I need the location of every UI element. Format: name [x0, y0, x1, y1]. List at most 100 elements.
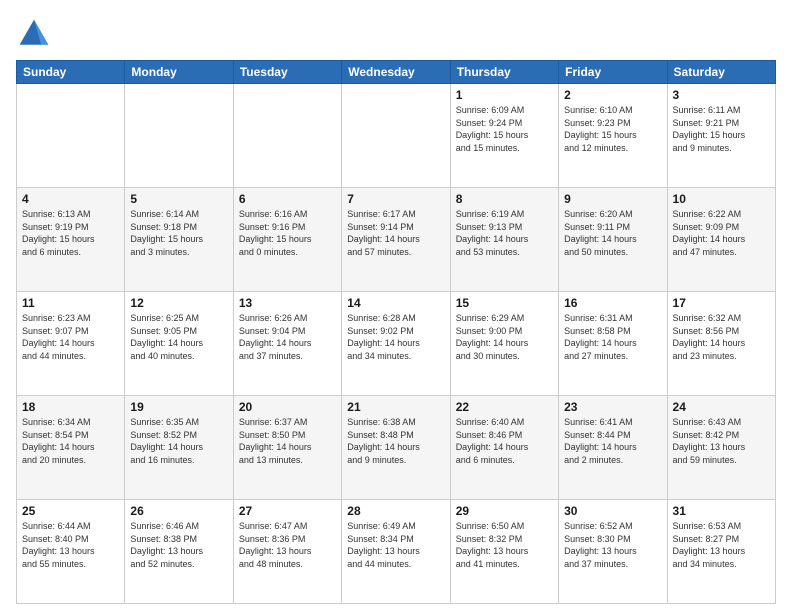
- calendar-cell: 18 Sunrise: 6:34 AM Sunset: 8:54 PM Dayli…: [17, 396, 125, 500]
- calendar-cell: 24 Sunrise: 6:43 AM Sunset: 8:42 PM Dayli…: [667, 396, 775, 500]
- weekday-header-monday: Monday: [125, 61, 233, 84]
- day-number: 24: [673, 400, 770, 414]
- weekday-header-thursday: Thursday: [450, 61, 558, 84]
- calendar-cell: 9 Sunrise: 6:20 AM Sunset: 9:11 PM Daylig…: [559, 188, 667, 292]
- day-info: Sunrise: 6:11 AM Sunset: 9:21 PM Dayligh…: [673, 104, 770, 154]
- calendar-cell: 10 Sunrise: 6:22 AM Sunset: 9:09 PM Dayli…: [667, 188, 775, 292]
- day-number: 30: [564, 504, 661, 518]
- day-number: 17: [673, 296, 770, 310]
- weekday-header-friday: Friday: [559, 61, 667, 84]
- day-number: 1: [456, 88, 553, 102]
- calendar-cell: 5 Sunrise: 6:14 AM Sunset: 9:18 PM Daylig…: [125, 188, 233, 292]
- day-number: 20: [239, 400, 336, 414]
- day-info: Sunrise: 6:46 AM Sunset: 8:38 PM Dayligh…: [130, 520, 227, 570]
- day-info: Sunrise: 6:41 AM Sunset: 8:44 PM Dayligh…: [564, 416, 661, 466]
- day-info: Sunrise: 6:19 AM Sunset: 9:13 PM Dayligh…: [456, 208, 553, 258]
- day-info: Sunrise: 6:31 AM Sunset: 8:58 PM Dayligh…: [564, 312, 661, 362]
- calendar-cell: 28 Sunrise: 6:49 AM Sunset: 8:34 PM Dayli…: [342, 500, 450, 604]
- calendar-week-3: 11Sunrise: 6:23 AM Sunset: 9:07 PM Dayli…: [17, 292, 776, 396]
- day-info: Sunrise: 6:09 AM Sunset: 9:24 PM Dayligh…: [456, 104, 553, 154]
- day-number: 23: [564, 400, 661, 414]
- day-number: 26: [130, 504, 227, 518]
- day-info: Sunrise: 6:22 AM Sunset: 9:09 PM Dayligh…: [673, 208, 770, 258]
- calendar-cell: 15 Sunrise: 6:29 AM Sunset: 9:00 PM Dayli…: [450, 292, 558, 396]
- calendar-cell: [233, 84, 341, 188]
- calendar-cell: 11Sunrise: 6:23 AM Sunset: 9:07 PM Dayli…: [17, 292, 125, 396]
- day-number: 2: [564, 88, 661, 102]
- weekday-header-row: SundayMondayTuesdayWednesdayThursdayFrid…: [17, 61, 776, 84]
- day-info: Sunrise: 6:26 AM Sunset: 9:04 PM Dayligh…: [239, 312, 336, 362]
- day-number: 21: [347, 400, 444, 414]
- day-info: Sunrise: 6:29 AM Sunset: 9:00 PM Dayligh…: [456, 312, 553, 362]
- day-number: 13: [239, 296, 336, 310]
- day-info: Sunrise: 6:43 AM Sunset: 8:42 PM Dayligh…: [673, 416, 770, 466]
- calendar-cell: 4Sunrise: 6:13 AM Sunset: 9:19 PM Daylig…: [17, 188, 125, 292]
- calendar-cell: 21 Sunrise: 6:38 AM Sunset: 8:48 PM Dayli…: [342, 396, 450, 500]
- day-number: 7: [347, 192, 444, 206]
- day-info: Sunrise: 6:50 AM Sunset: 8:32 PM Dayligh…: [456, 520, 553, 570]
- calendar-week-5: 25 Sunrise: 6:44 AM Sunset: 8:40 PM Dayli…: [17, 500, 776, 604]
- day-number: 10: [673, 192, 770, 206]
- calendar-cell: 31Sunrise: 6:53 AM Sunset: 8:27 PM Dayli…: [667, 500, 775, 604]
- day-number: 18: [22, 400, 119, 414]
- day-info: Sunrise: 6:25 AM Sunset: 9:05 PM Dayligh…: [130, 312, 227, 362]
- day-info: Sunrise: 6:35 AM Sunset: 8:52 PM Dayligh…: [130, 416, 227, 466]
- calendar-cell: 8Sunrise: 6:19 AM Sunset: 9:13 PM Daylig…: [450, 188, 558, 292]
- day-number: 5: [130, 192, 227, 206]
- header: [16, 16, 776, 52]
- day-number: 29: [456, 504, 553, 518]
- calendar-cell: 14 Sunrise: 6:28 AM Sunset: 9:02 PM Dayli…: [342, 292, 450, 396]
- day-number: 27: [239, 504, 336, 518]
- calendar-cell: 7 Sunrise: 6:17 AM Sunset: 9:14 PM Daylig…: [342, 188, 450, 292]
- calendar-cell: [125, 84, 233, 188]
- day-info: Sunrise: 6:44 AM Sunset: 8:40 PM Dayligh…: [22, 520, 119, 570]
- day-number: 11: [22, 296, 119, 310]
- calendar-table: SundayMondayTuesdayWednesdayThursdayFrid…: [16, 60, 776, 604]
- day-info: Sunrise: 6:14 AM Sunset: 9:18 PM Dayligh…: [130, 208, 227, 258]
- day-info: Sunrise: 6:20 AM Sunset: 9:11 PM Dayligh…: [564, 208, 661, 258]
- calendar-week-2: 4Sunrise: 6:13 AM Sunset: 9:19 PM Daylig…: [17, 188, 776, 292]
- calendar-cell: 27 Sunrise: 6:47 AM Sunset: 8:36 PM Dayli…: [233, 500, 341, 604]
- calendar-cell: 30 Sunrise: 6:52 AM Sunset: 8:30 PM Dayli…: [559, 500, 667, 604]
- weekday-header-tuesday: Tuesday: [233, 61, 341, 84]
- day-number: 9: [564, 192, 661, 206]
- calendar-cell: 29 Sunrise: 6:50 AM Sunset: 8:32 PM Dayli…: [450, 500, 558, 604]
- day-info: Sunrise: 6:17 AM Sunset: 9:14 PM Dayligh…: [347, 208, 444, 258]
- page: SundayMondayTuesdayWednesdayThursdayFrid…: [0, 0, 792, 612]
- calendar-cell: 13 Sunrise: 6:26 AM Sunset: 9:04 PM Dayli…: [233, 292, 341, 396]
- calendar-cell: 3 Sunrise: 6:11 AM Sunset: 9:21 PM Daylig…: [667, 84, 775, 188]
- calendar-cell: 16 Sunrise: 6:31 AM Sunset: 8:58 PM Dayli…: [559, 292, 667, 396]
- calendar-cell: 25 Sunrise: 6:44 AM Sunset: 8:40 PM Dayli…: [17, 500, 125, 604]
- calendar-cell: 22 Sunrise: 6:40 AM Sunset: 8:46 PM Dayli…: [450, 396, 558, 500]
- day-number: 19: [130, 400, 227, 414]
- calendar-cell: 26 Sunrise: 6:46 AM Sunset: 8:38 PM Dayli…: [125, 500, 233, 604]
- day-info: Sunrise: 6:47 AM Sunset: 8:36 PM Dayligh…: [239, 520, 336, 570]
- day-info: Sunrise: 6:40 AM Sunset: 8:46 PM Dayligh…: [456, 416, 553, 466]
- day-info: Sunrise: 6:28 AM Sunset: 9:02 PM Dayligh…: [347, 312, 444, 362]
- calendar-cell: 20Sunrise: 6:37 AM Sunset: 8:50 PM Dayli…: [233, 396, 341, 500]
- calendar-week-4: 18 Sunrise: 6:34 AM Sunset: 8:54 PM Dayli…: [17, 396, 776, 500]
- day-info: Sunrise: 6:53 AM Sunset: 8:27 PM Dayligh…: [673, 520, 770, 570]
- day-number: 25: [22, 504, 119, 518]
- day-number: 12: [130, 296, 227, 310]
- calendar-cell: 12 Sunrise: 6:25 AM Sunset: 9:05 PM Dayli…: [125, 292, 233, 396]
- day-number: 22: [456, 400, 553, 414]
- day-info: Sunrise: 6:32 AM Sunset: 8:56 PM Dayligh…: [673, 312, 770, 362]
- day-info: Sunrise: 6:10 AM Sunset: 9:23 PM Dayligh…: [564, 104, 661, 154]
- day-number: 15: [456, 296, 553, 310]
- day-number: 16: [564, 296, 661, 310]
- day-info: Sunrise: 6:49 AM Sunset: 8:34 PM Dayligh…: [347, 520, 444, 570]
- day-number: 3: [673, 88, 770, 102]
- calendar-week-1: 1 Sunrise: 6:09 AM Sunset: 9:24 PM Daylig…: [17, 84, 776, 188]
- day-info: Sunrise: 6:34 AM Sunset: 8:54 PM Dayligh…: [22, 416, 119, 466]
- day-info: Sunrise: 6:52 AM Sunset: 8:30 PM Dayligh…: [564, 520, 661, 570]
- day-info: Sunrise: 6:38 AM Sunset: 8:48 PM Dayligh…: [347, 416, 444, 466]
- calendar-cell: 23 Sunrise: 6:41 AM Sunset: 8:44 PM Dayli…: [559, 396, 667, 500]
- day-number: 28: [347, 504, 444, 518]
- day-number: 6: [239, 192, 336, 206]
- day-number: 4: [22, 192, 119, 206]
- day-number: 14: [347, 296, 444, 310]
- weekday-header-wednesday: Wednesday: [342, 61, 450, 84]
- calendar-cell: 2 Sunrise: 6:10 AM Sunset: 9:23 PM Daylig…: [559, 84, 667, 188]
- calendar-cell: [17, 84, 125, 188]
